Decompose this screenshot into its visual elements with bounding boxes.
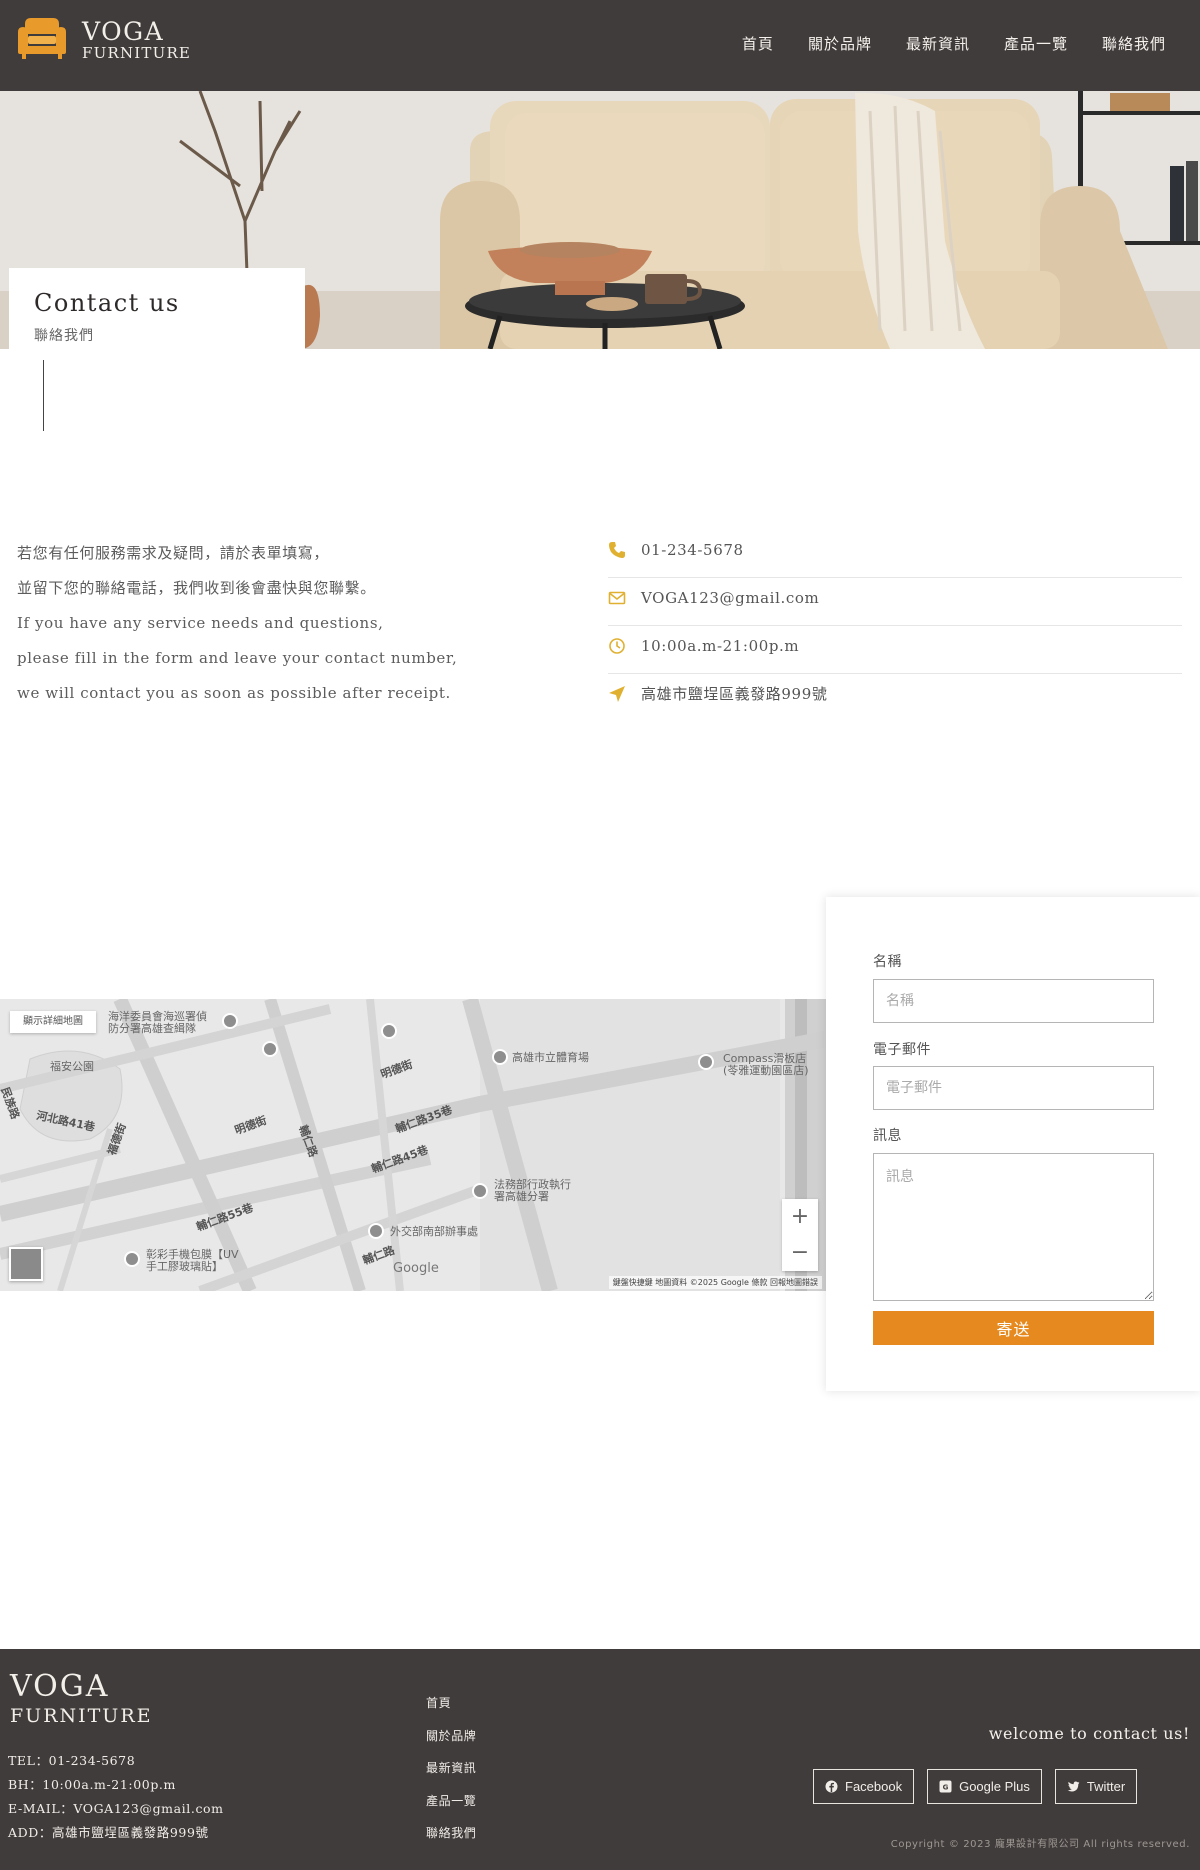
map-attribution[interactable]: 鍵盤快捷鍵 地圖資料 ©2025 Google 條款 回報地圖錯誤 [608, 1276, 822, 1289]
map-poi-marker[interactable] [698, 1054, 714, 1070]
footer-logo-name[interactable]: VOGA [10, 1670, 109, 1704]
intro-line: 若您有任何服務需求及疑問，請於表單填寫， [17, 544, 330, 562]
page-title: Contact us [34, 289, 180, 317]
submit-button[interactable]: 寄送 [873, 1311, 1154, 1345]
map-label-poi7: 彰彩手機包膜【UV 手工膠玻璃貼】 [146, 1248, 239, 1273]
footer-nav-products[interactable]: 產品一覽 [426, 1785, 476, 1818]
info-hours: 10:00a.m-21:00p.m [641, 637, 800, 655]
email-label: 電子郵件 [873, 1042, 931, 1058]
copyright: Copyright © 2023 龐果設計有限公司 All rights res… [890, 1839, 1190, 1850]
facebook-icon [825, 1780, 838, 1793]
google-plus-icon: G [939, 1780, 952, 1793]
info-phone[interactable]: 01-234-5678 [641, 540, 744, 560]
map-label-poi5: 法務部行政執行 署高雄分署 [494, 1178, 571, 1203]
intro-text: 若您有任何服務需求及疑問，請於表單填寫， 並留下您的聯絡電話，我們收到後會盡快與… [17, 536, 577, 711]
facebook-button[interactable]: Facebook [813, 1769, 915, 1804]
map-poi-marker[interactable] [222, 1013, 238, 1029]
contact-form: 名稱 電子郵件 訊息 寄送 [826, 897, 1200, 1391]
location-arrow-icon [609, 686, 625, 702]
intro-line: we will contact you as soon as possible … [17, 684, 451, 702]
intro-line: 並留下您的聯絡電話，我們收到後會盡快與您聯繫。 [17, 579, 376, 597]
twitter-button[interactable]: Twitter [1054, 1769, 1138, 1804]
footer-nav-contact[interactable]: 聯絡我們 [426, 1817, 476, 1850]
info-row-email: VOGA123@gmail.com [608, 578, 1182, 626]
twitter-icon [1067, 1781, 1080, 1792]
message-label: 訊息 [873, 1128, 902, 1144]
nav-item-products[interactable]: 產品一覽 [1004, 34, 1068, 54]
footer-nav-about[interactable]: 關於品牌 [426, 1720, 476, 1753]
info-row-hours: 10:00a.m-21:00p.m [608, 626, 1182, 674]
map-label-poi4: Compass滑板店 (苓雅運動園區店) [723, 1052, 809, 1077]
map-poi-marker[interactable] [381, 1023, 397, 1039]
footer-contact-info: TEL：01-234-5678 BH：10:00a.m-21:00p.m E-M… [8, 1749, 224, 1845]
name-label: 名稱 [873, 954, 902, 970]
map-label-poi3: 高雄市立體育場 [512, 1051, 589, 1064]
footer-nav-news[interactable]: 最新資訊 [426, 1752, 476, 1785]
map-zoom-control: + − [782, 1199, 818, 1271]
map-label-poi2: 福安公園 [50, 1060, 94, 1073]
info-email[interactable]: VOGA123@gmail.com [641, 588, 819, 608]
info-address: 高雄市鹽埕區義發路999號 [641, 685, 828, 703]
map-satellite-toggle[interactable] [9, 1247, 43, 1281]
map-poi-marker[interactable] [124, 1251, 140, 1267]
footer-hours: BH：10:00a.m-21:00p.m [8, 1777, 176, 1792]
map-poi-marker[interactable] [472, 1183, 488, 1199]
nav-item-contact[interactable]: 聯絡我們 [1102, 34, 1166, 54]
email-input[interactable] [873, 1066, 1154, 1110]
facebook-label: Facebook [845, 1779, 903, 1794]
nav-item-about[interactable]: 關於品牌 [808, 34, 872, 54]
map-detail-button[interactable]: 顯示詳細地圖 [10, 1011, 96, 1033]
info-row-address: 高雄市鹽埕區義發路999號 [608, 674, 1182, 722]
intro-line: If you have any service needs and questi… [17, 614, 384, 632]
map-poi-marker[interactable] [262, 1041, 278, 1057]
google-plus-button[interactable]: G Google Plus [927, 1769, 1042, 1804]
message-textarea[interactable] [873, 1153, 1154, 1301]
google-plus-label: Google Plus [959, 1779, 1030, 1794]
map-poi-marker[interactable] [368, 1223, 384, 1239]
zoom-out-button[interactable]: − [782, 1235, 818, 1271]
page-subtitle: 聯絡我們 [34, 328, 94, 344]
phone-icon [609, 542, 625, 558]
zoom-in-button[interactable]: + [782, 1199, 818, 1235]
footer-email: E-MAIL：VOGA123@gmail.com [8, 1801, 224, 1816]
footer-nav-home[interactable]: 首頁 [426, 1687, 476, 1720]
google-brand-text: Google [393, 1261, 439, 1276]
twitter-label: Twitter [1086, 1779, 1126, 1794]
name-input[interactable] [873, 979, 1154, 1023]
footer-nav: 首頁 關於品牌 最新資訊 產品一覽 聯絡我們 [426, 1687, 476, 1850]
svg-text:G: G [943, 1784, 949, 1792]
mail-icon [608, 591, 626, 605]
nav-item-home[interactable]: 首頁 [742, 34, 774, 54]
footer-tel: TEL：01-234-5678 [8, 1753, 136, 1768]
logo-brand-sub: FURNITURE [82, 44, 192, 62]
info-row-phone: 01-234-5678 [608, 530, 1182, 578]
nav-item-news[interactable]: 最新資訊 [906, 34, 970, 54]
main-nav: 首頁 關於品牌 最新資訊 產品一覽 聯絡我們 [742, 34, 1166, 54]
clock-icon [609, 638, 625, 654]
chair-logo-icon [18, 18, 66, 59]
decorative-vertical-line [43, 360, 44, 431]
hero-title-card: Contact us 聯絡我們 [9, 268, 305, 350]
map-poi-marker[interactable] [492, 1049, 508, 1065]
footer-logo-sub: FURNITURE [10, 1705, 153, 1727]
social-links: Facebook G Google Plus Twitter [813, 1769, 1138, 1804]
site-logo[interactable]: VOGA FURNITURE [16, 16, 196, 76]
contact-info-list: 01-234-5678 VOGA123@gmail.com 10:00a.m-2… [608, 530, 1182, 722]
footer-address: ADD：高雄市鹽埕區義發路999號 [8, 1825, 209, 1840]
map-label-poi1: 海洋委員會海巡署偵 防分署高雄查緝隊 [108, 1010, 207, 1035]
intro-line: please fill in the form and leave your c… [17, 649, 458, 667]
map-label-poi6: 外交部南部辦事處 [390, 1225, 478, 1238]
site-header: VOGA FURNITURE 首頁 關於品牌 最新資訊 產品一覽 聯絡我們 [0, 0, 1200, 91]
footer-welcome: welcome to contact us! [988, 1724, 1190, 1743]
google-map[interactable]: 顯示詳細地圖 海洋委員會海巡署偵 防分署高雄查緝隊 福安公園 高雄市立體育場 C… [0, 999, 826, 1291]
site-footer: VOGA FURNITURE TEL：01-234-5678 BH：10:00a… [0, 1649, 1200, 1870]
